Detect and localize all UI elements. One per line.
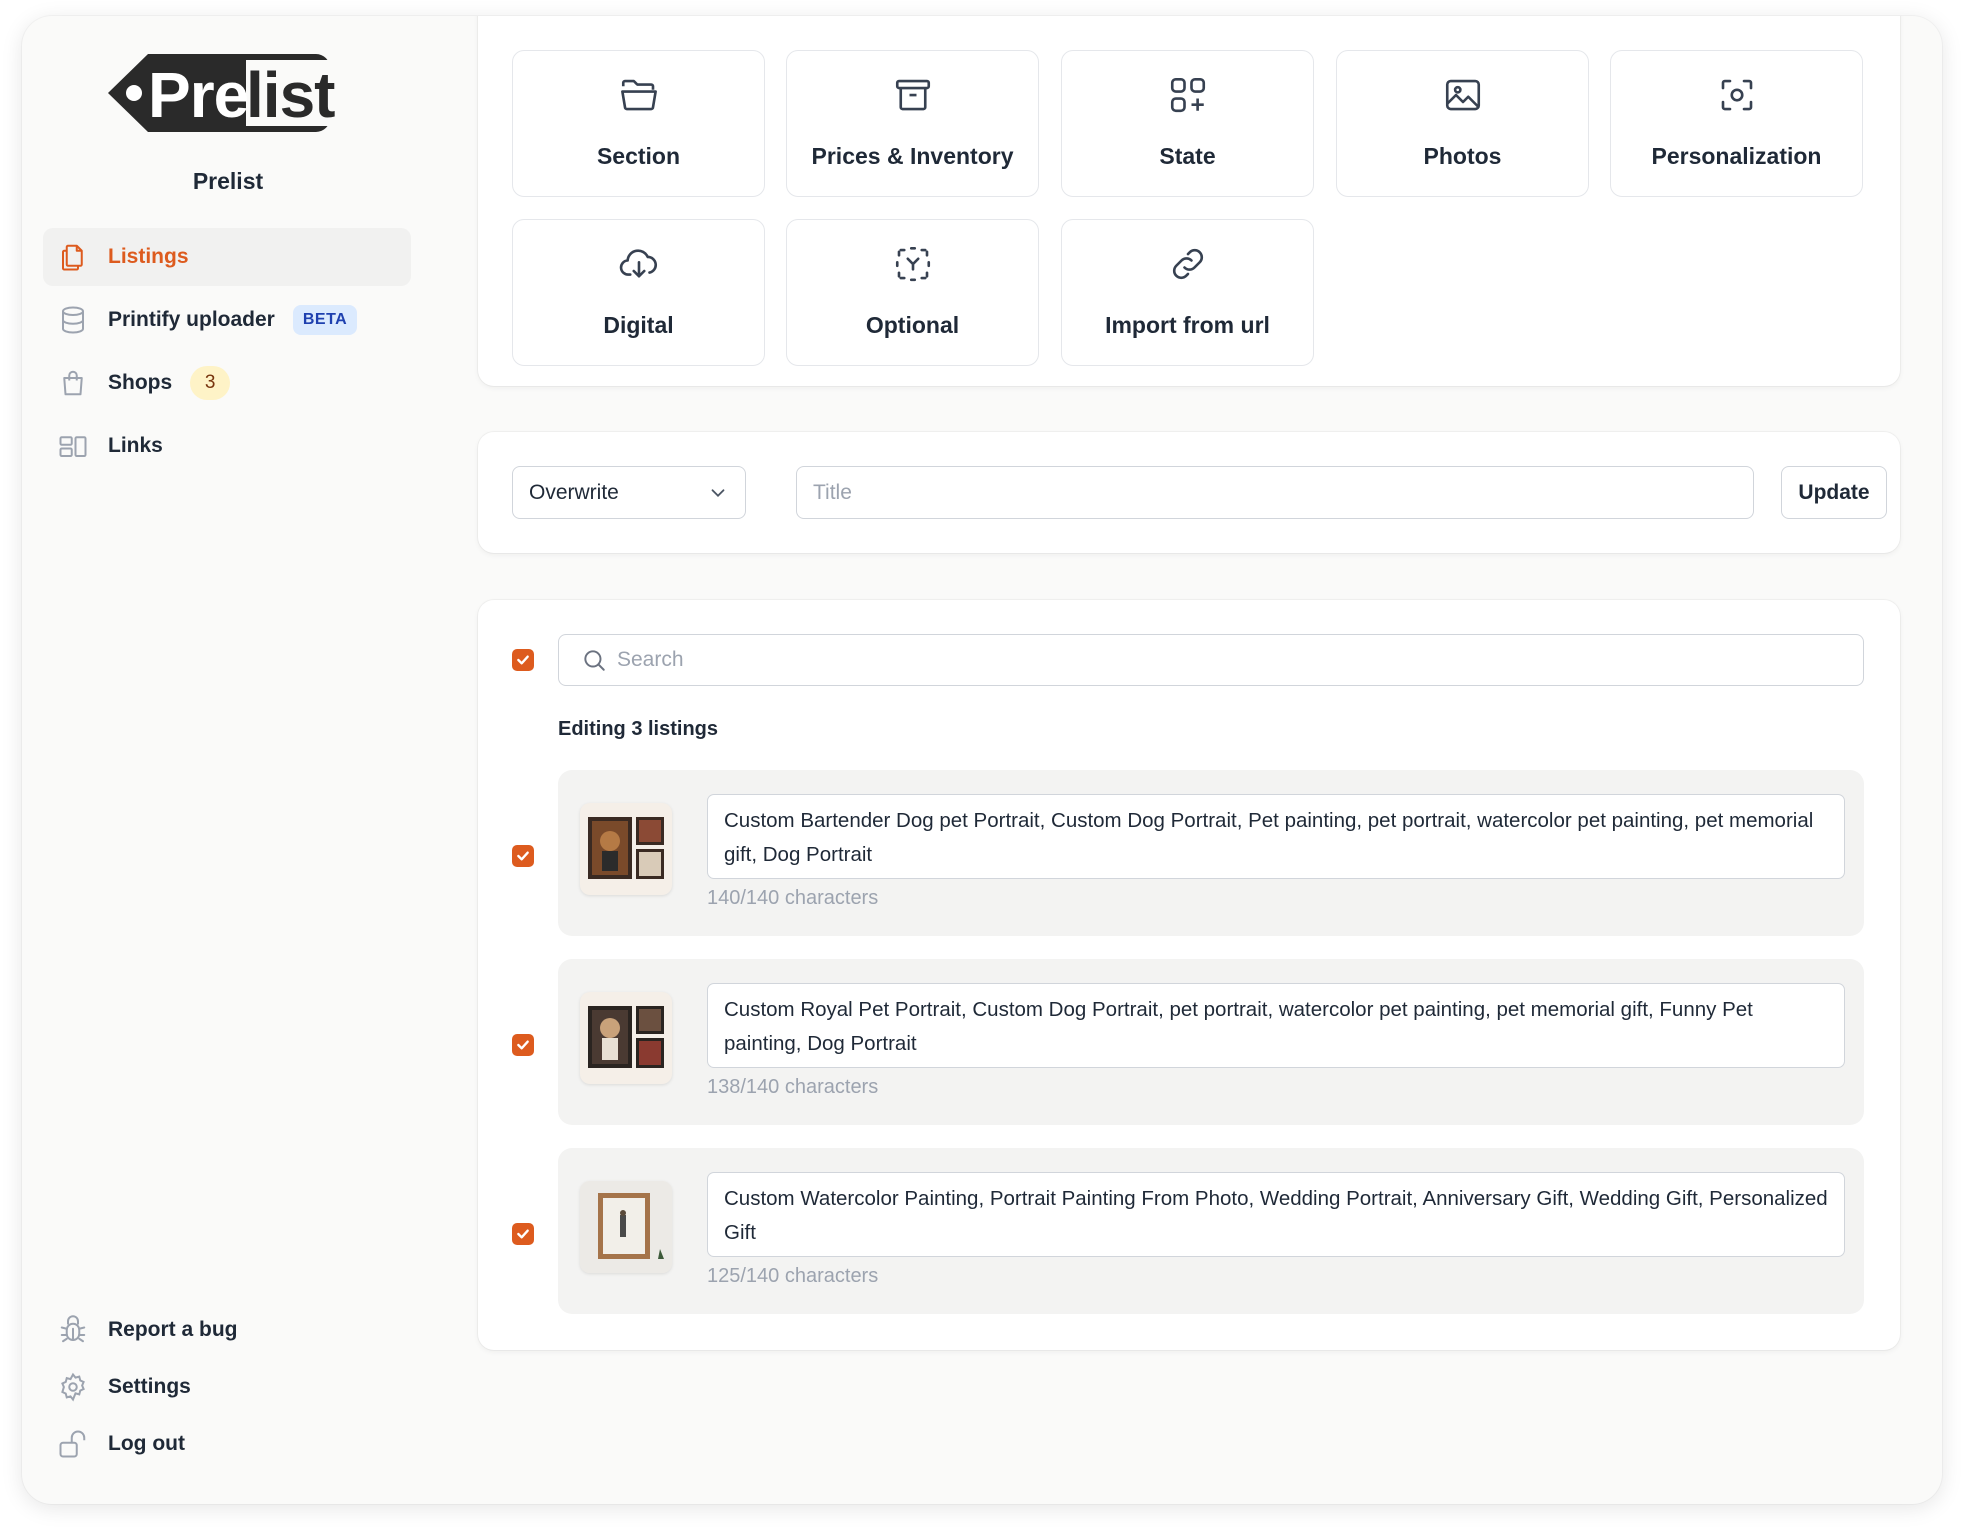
tile-label: Prices & Inventory xyxy=(811,143,1014,169)
listing-row: Custom Watercolor Painting, Portrait Pai… xyxy=(558,1148,1864,1314)
sidebar-item-links[interactable]: Links xyxy=(43,417,411,475)
listing-title-field[interactable]: Custom Watercolor Painting, Portrait Pai… xyxy=(707,1172,1845,1257)
gear-icon xyxy=(57,1371,89,1403)
tile-label: State xyxy=(1159,143,1216,169)
tile-label: Section xyxy=(596,143,681,169)
sidebar-item-label: Listings xyxy=(108,245,189,268)
action-optional[interactable]: Optional xyxy=(786,219,1039,366)
scan-face-icon xyxy=(1715,73,1759,117)
action-state[interactable]: State xyxy=(1061,50,1314,197)
character-count: 140/140 characters xyxy=(707,887,879,909)
search-input[interactable] xyxy=(617,648,1817,672)
prelist-logo[interactable]: Pre list xyxy=(104,48,354,138)
tile-label: Personalization xyxy=(1651,143,1822,169)
listing-thumbnail xyxy=(580,1181,672,1273)
cloud-download-icon xyxy=(617,242,661,286)
tile-label: Import from url xyxy=(1105,312,1270,338)
image-icon xyxy=(1441,73,1485,117)
folder-icon xyxy=(617,73,661,117)
tile-label: Photos xyxy=(1423,143,1502,169)
sidebar-item-report-bug[interactable]: Report a bug xyxy=(43,1304,411,1356)
logo-text: Pre xyxy=(148,59,248,131)
sidebar: Pre list Prelist Listings Printify uploa… xyxy=(22,16,462,1504)
title-input[interactable] xyxy=(796,466,1754,519)
title-update-panel: Overwrite Update xyxy=(478,432,1900,553)
check-icon xyxy=(517,851,529,861)
update-mode-value: Overwrite xyxy=(529,480,619,504)
character-count: 138/140 characters xyxy=(707,1076,879,1098)
database-icon xyxy=(57,304,89,336)
update-mode-select[interactable]: Overwrite xyxy=(512,466,746,519)
listings-panel: Editing 3 listings Custom Bartender Dog … xyxy=(478,600,1900,1350)
shops-count-badge: 3 xyxy=(190,366,231,400)
sidebar-item-listings[interactable]: Listings xyxy=(43,228,411,286)
svg-text:list: list xyxy=(246,59,335,131)
chevron-down-icon xyxy=(711,488,725,497)
sidebar-bottom-nav: Report a bug Settings Log out xyxy=(43,1304,411,1475)
links-icon xyxy=(57,430,89,462)
app-window: Pre list Prelist Listings Printify uploa… xyxy=(22,16,1942,1504)
search-box[interactable] xyxy=(558,634,1864,686)
action-section[interactable]: Section xyxy=(512,50,765,197)
action-prices-inventory[interactable]: Prices & Inventory xyxy=(786,50,1039,197)
dashed-box-icon xyxy=(891,242,935,286)
sidebar-item-label: Links xyxy=(108,434,163,457)
bulk-actions-panel: Section Prices & Inventory State Photos xyxy=(478,16,1900,386)
listing-title-field[interactable]: Custom Royal Pet Portrait, Custom Dog Po… xyxy=(707,983,1845,1068)
search-icon xyxy=(584,650,605,671)
beta-badge: BETA xyxy=(292,305,358,335)
link-icon xyxy=(1166,242,1210,286)
sidebar-item-logout[interactable]: Log out xyxy=(43,1418,411,1470)
listing-row: Custom Royal Pet Portrait, Custom Dog Po… xyxy=(558,959,1864,1125)
archive-icon xyxy=(891,73,935,117)
tile-label: Digital xyxy=(603,312,674,338)
unlock-icon xyxy=(57,1428,89,1460)
action-personalization[interactable]: Personalization xyxy=(1610,50,1863,197)
brand-name: Prelist xyxy=(192,168,264,194)
listing-thumbnail xyxy=(580,992,672,1084)
listing-checkbox[interactable] xyxy=(512,845,534,867)
bug-icon xyxy=(57,1314,89,1346)
sidebar-item-printify-uploader[interactable]: Printify uploader BETA xyxy=(43,291,411,349)
listing-row: Custom Bartender Dog pet Portrait, Custo… xyxy=(558,770,1864,936)
sidebar-item-label: Report a bug xyxy=(108,1318,238,1341)
shopping-bag-icon xyxy=(57,367,89,399)
tile-label: Optional xyxy=(865,312,960,338)
listing-title-field[interactable]: Custom Bartender Dog pet Portrait, Custo… xyxy=(707,794,1845,879)
sidebar-item-label: Printify uploader xyxy=(108,308,275,331)
documents-icon xyxy=(57,241,89,273)
listing-checkbox[interactable] xyxy=(512,1034,534,1056)
sidebar-item-label: Settings xyxy=(108,1375,191,1398)
sidebar-item-settings[interactable]: Settings xyxy=(43,1361,411,1413)
action-digital[interactable]: Digital xyxy=(512,219,765,366)
listing-checkbox[interactable] xyxy=(512,1223,534,1245)
sidebar-nav: Listings Printify uploader BETA Shops 3 xyxy=(43,228,411,480)
check-icon xyxy=(517,1040,529,1050)
character-count: 125/140 characters xyxy=(707,1265,879,1287)
apps-plus-icon xyxy=(1166,73,1210,117)
sidebar-item-shops[interactable]: Shops 3 xyxy=(43,354,411,412)
select-all-checkbox[interactable] xyxy=(512,649,534,671)
action-import-from-url[interactable]: Import from url xyxy=(1061,219,1314,366)
sidebar-item-label: Shops xyxy=(108,371,173,394)
check-icon xyxy=(517,655,529,665)
check-icon xyxy=(517,1229,529,1239)
update-button[interactable]: Update xyxy=(1781,466,1887,519)
sidebar-item-label: Log out xyxy=(108,1432,185,1455)
listing-thumbnail xyxy=(580,803,672,895)
action-photos[interactable]: Photos xyxy=(1336,50,1589,197)
editing-count-label: Editing 3 listings xyxy=(558,718,719,740)
